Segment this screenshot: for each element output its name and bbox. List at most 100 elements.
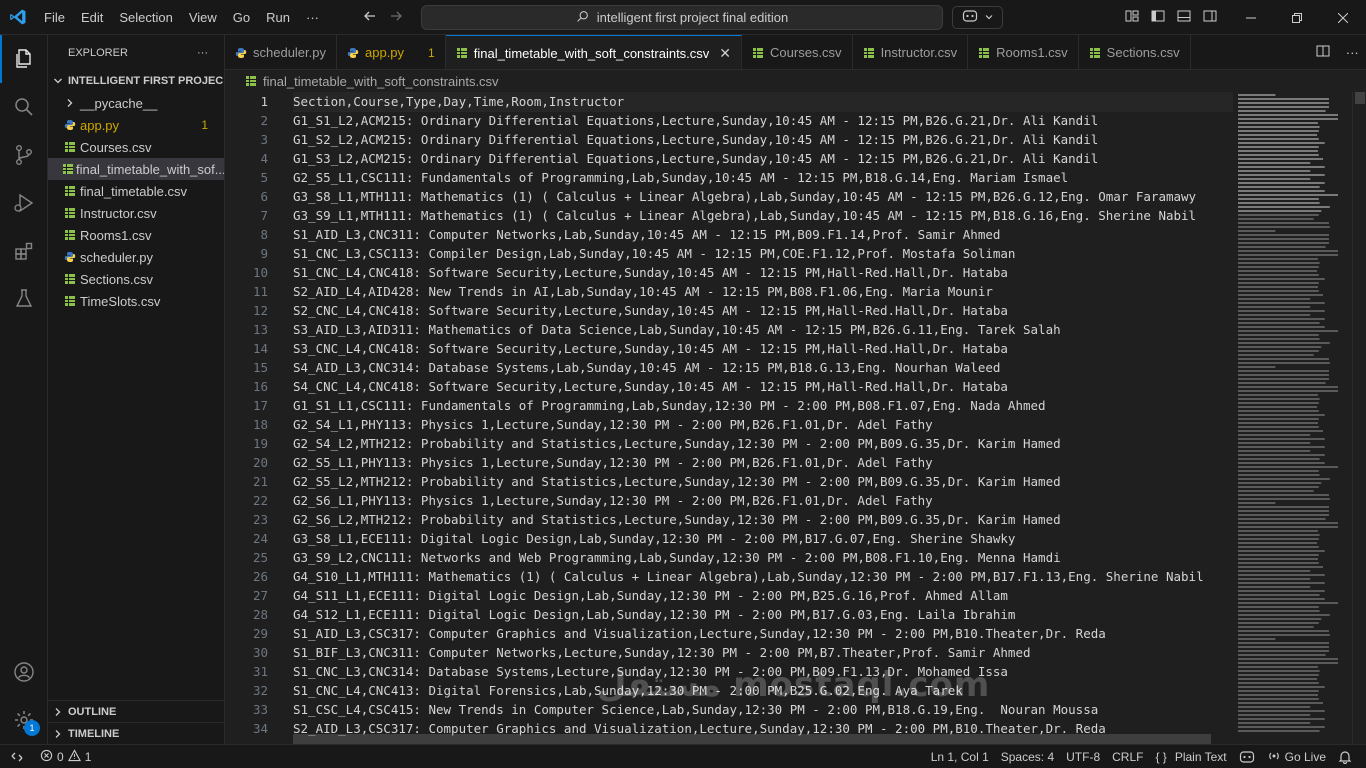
- search-icon[interactable]: [0, 83, 48, 131]
- code-line[interactable]: S4_AID_L3,CNC314: Database Systems,Lab,S…: [293, 358, 1233, 377]
- code-line[interactable]: S2_CNC_L4,CNC418: Software Security,Lect…: [293, 301, 1233, 320]
- code-line[interactable]: S3_AID_L3,AID311: Mathematics of Data Sc…: [293, 320, 1233, 339]
- testing-flask-icon[interactable]: [0, 275, 48, 323]
- end-of-line[interactable]: CRLF: [1106, 750, 1149, 764]
- code-line[interactable]: G2_S4_L1,PHY113: Physics 1,Lecture,Sunda…: [293, 415, 1233, 434]
- manage-gear-icon[interactable]: 1: [0, 696, 48, 744]
- explorer-files-icon[interactable]: [0, 35, 48, 83]
- notifications-bell-icon[interactable]: [1332, 750, 1358, 764]
- code-line[interactable]: G3_S8_L1,MTH111: Mathematics (1) ( Calcu…: [293, 187, 1233, 206]
- code-line[interactable]: Section,Course,Type,Day,Time,Room,Instru…: [293, 92, 1233, 112]
- code-line[interactable]: S4_CNC_L4,CNC418: Software Security,Lect…: [293, 377, 1233, 396]
- go-live-button[interactable]: Go Live: [1261, 749, 1332, 766]
- language-mode[interactable]: { } Plain Text: [1149, 750, 1232, 764]
- code-lines[interactable]: Section,Course,Type,Day,Time,Room,Instru…: [293, 92, 1233, 738]
- indentation[interactable]: Spaces: 4: [995, 750, 1060, 764]
- file-item[interactable]: Instructor.csv: [48, 202, 224, 224]
- editor-tab[interactable]: Rooms1.csv: [968, 35, 1079, 69]
- source-control-icon[interactable]: [0, 131, 48, 179]
- code-line[interactable]: G2_S6_L1,PHY113: Physics 1,Lecture,Sunda…: [293, 491, 1233, 510]
- file-item[interactable]: final_timetable.csv: [48, 180, 224, 202]
- code-line[interactable]: G4_S10_L1,MTH111: Mathematics (1) ( Calc…: [293, 567, 1233, 586]
- code-line[interactable]: G1_S2_L2,ACM215: Ordinary Differential E…: [293, 130, 1233, 149]
- vertical-scrollbar[interactable]: [1352, 92, 1366, 744]
- code-line[interactable]: S1_CNC_L3,CNC314: Database Systems,Lectu…: [293, 662, 1233, 681]
- code-line[interactable]: S1_AID_L3,CSC317: Computer Graphics and …: [293, 624, 1233, 643]
- file-item[interactable]: __pycache__: [48, 92, 224, 114]
- code-line[interactable]: G1_S3_L2,ACM215: Ordinary Differential E…: [293, 149, 1233, 168]
- extensions-icon[interactable]: [0, 227, 48, 275]
- workspace-folder[interactable]: INTELLIGENT FIRST PROJEC...: [48, 70, 224, 92]
- code-line[interactable]: S1_AID_L3,CNC311: Computer Networks,Lab,…: [293, 225, 1233, 244]
- editor-tab[interactable]: final_timetable_with_soft_constraints.cs…: [445, 35, 743, 69]
- remote-indicator-icon[interactable]: [0, 745, 34, 768]
- code-line[interactable]: S1_CNC_L4,CNC413: Digital Forensics,Lab,…: [293, 681, 1233, 700]
- close-icon[interactable]: [1320, 0, 1366, 35]
- outline-section[interactable]: OUTLINE: [48, 700, 225, 722]
- menu-more-icon[interactable]: ···: [298, 0, 327, 35]
- code-line[interactable]: S2_AID_L4,AID428: New Trends in AI,Lab,S…: [293, 282, 1233, 301]
- code-line[interactable]: G3_S9_L1,MTH111: Mathematics (1) ( Calcu…: [293, 206, 1233, 225]
- editor-tab[interactable]: app.py 1: [337, 35, 446, 69]
- toggle-primary-sidebar-icon[interactable]: [1150, 8, 1166, 27]
- code-line[interactable]: G4_S12_L1,ECE111: Digital Logic Design,L…: [293, 605, 1233, 624]
- editor-tab[interactable]: scheduler.py: [225, 35, 337, 69]
- encoding[interactable]: UTF-8: [1060, 750, 1106, 764]
- code-line[interactable]: G1_S1_L2,ACM215: Ordinary Differential E…: [293, 111, 1233, 130]
- code-line[interactable]: G1_S1_L1,CSC111: Fundamentals of Program…: [293, 396, 1233, 415]
- code-line[interactable]: G2_S4_L2,MTH212: Probability and Statist…: [293, 434, 1233, 453]
- breadcrumb[interactable]: final_timetable_with_soft_constraints.cs…: [225, 70, 1366, 92]
- file-item[interactable]: Courses.csv: [48, 136, 224, 158]
- run-debug-icon[interactable]: [0, 179, 48, 227]
- menu-item-view[interactable]: View: [181, 0, 225, 35]
- more-actions-icon[interactable]: ···: [197, 47, 208, 59]
- copilot-button[interactable]: [952, 6, 1003, 29]
- code-line[interactable]: G2_S5_L2,MTH212: Probability and Statist…: [293, 472, 1233, 491]
- file-item[interactable]: TimeSlots.csv: [48, 290, 224, 312]
- menu-item-go[interactable]: Go: [225, 0, 258, 35]
- command-center-search[interactable]: intelligent first project final edition: [421, 5, 943, 30]
- code-line[interactable]: G3_S9_L2,CNC111: Networks and Web Progra…: [293, 548, 1233, 567]
- editor-tab[interactable]: Courses.csv: [742, 35, 853, 69]
- toggle-panel-icon[interactable]: [1176, 8, 1192, 27]
- code-line[interactable]: G2_S5_L1,PHY113: Physics 1,Lecture,Sunda…: [293, 453, 1233, 472]
- file-item[interactable]: scheduler.py: [48, 246, 224, 268]
- account-icon[interactable]: [0, 648, 48, 696]
- problems-indicator[interactable]: 0 1: [34, 748, 97, 765]
- split-editor-icon[interactable]: [1315, 43, 1331, 62]
- menu-item-selection[interactable]: Selection: [111, 0, 180, 35]
- back-arrow-icon[interactable]: [362, 8, 378, 27]
- code-line[interactable]: G2_S6_L2,MTH212: Probability and Statist…: [293, 510, 1233, 529]
- menu-item-file[interactable]: File: [36, 0, 73, 35]
- file-item[interactable]: Sections.csv: [48, 268, 224, 290]
- editor-tab[interactable]: Sections.csv: [1079, 35, 1191, 69]
- forward-arrow-icon[interactable]: [388, 8, 404, 27]
- more-actions-icon[interactable]: ···: [1346, 45, 1359, 60]
- cursor-position[interactable]: Ln 1, Col 1: [925, 750, 995, 764]
- timeline-section[interactable]: TIMELINE: [48, 722, 225, 744]
- code-line[interactable]: G4_S11_L1,ECE111: Digital Logic Design,L…: [293, 586, 1233, 605]
- code-line[interactable]: S1_CSC_L4,CSC415: New Trends in Computer…: [293, 700, 1233, 719]
- customize-layout-icon[interactable]: [1124, 8, 1140, 27]
- file-item[interactable]: final_timetable_with_sof...: [48, 158, 224, 180]
- code-line[interactable]: G2_S5_L1,CSC111: Fundamentals of Program…: [293, 168, 1233, 187]
- editor-tab[interactable]: Instructor.csv: [853, 35, 969, 69]
- minimap[interactable]: [1236, 92, 1346, 744]
- close-tab-icon[interactable]: ✕: [719, 45, 731, 62]
- copilot-status-icon[interactable]: [1233, 750, 1261, 764]
- restore-icon[interactable]: [1274, 0, 1320, 35]
- code-line[interactable]: S3_CNC_L4,CNC418: Software Security,Lect…: [293, 339, 1233, 358]
- code-editor[interactable]: 1 2 3 4 5 6 7 8 9 10 11 12 13 14 15 16 17 18 19 20 21 22 23 24 2…: [225, 92, 1366, 744]
- code-line[interactable]: S1_CNC_L3,CSC113: Compiler Design,Lab,Su…: [293, 244, 1233, 263]
- code-line[interactable]: S1_BIF_L3,CNC311: Computer Networks,Lect…: [293, 643, 1233, 662]
- toggle-secondary-sidebar-icon[interactable]: [1202, 8, 1218, 27]
- menu-item-run[interactable]: Run: [258, 0, 298, 35]
- minimize-icon[interactable]: [1228, 0, 1274, 35]
- code-line[interactable]: G3_S8_L1,ECE111: Digital Logic Design,La…: [293, 529, 1233, 548]
- menu-item-edit[interactable]: Edit: [73, 0, 111, 35]
- vertical-scrollbar-thumb[interactable]: [1355, 92, 1365, 104]
- file-item[interactable]: Rooms1.csv: [48, 224, 224, 246]
- horizontal-scrollbar[interactable]: [293, 734, 1211, 744]
- file-item[interactable]: app.py 1: [48, 114, 224, 136]
- code-line[interactable]: S1_CNC_L4,CNC418: Software Security,Lect…: [293, 263, 1233, 282]
